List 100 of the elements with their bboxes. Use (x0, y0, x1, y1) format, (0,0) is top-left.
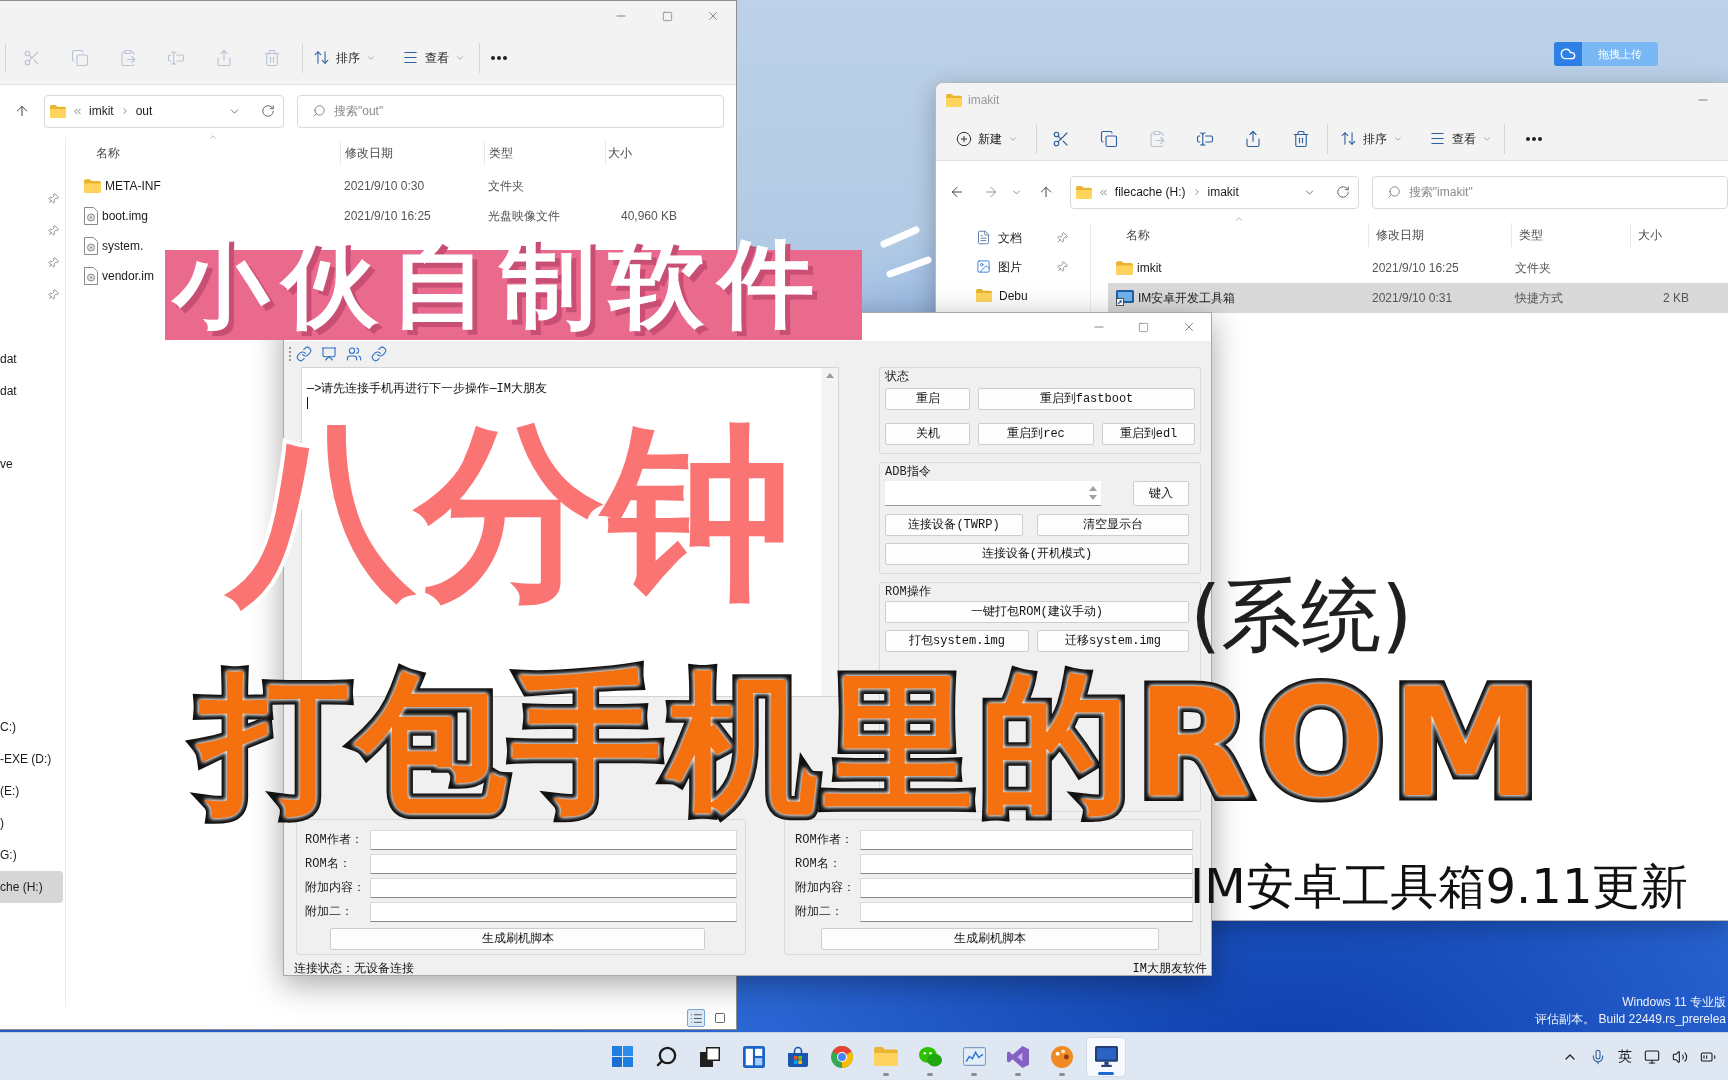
address-bar[interactable]: imkit out (44, 94, 284, 128)
command-button[interactable]: 关机 (885, 423, 970, 445)
nav-item[interactable]: dat (0, 343, 63, 375)
file-row[interactable]: vendor.im (66, 261, 157, 291)
nav-item[interactable]: G:) (0, 839, 63, 871)
command-button[interactable]: 清空显示台 (1037, 514, 1189, 536)
speaker-icon[interactable] (1672, 1048, 1688, 1065)
nav-item[interactable]: Debu (936, 281, 1086, 310)
folder-icon (84, 179, 101, 193)
column-header[interactable]: 类型 (1511, 223, 1630, 247)
field-label: 附加内容： (305, 880, 366, 897)
command-button[interactable]: 重启到rec (978, 423, 1094, 445)
command-button[interactable]: 重启 (885, 388, 970, 410)
language-indicator[interactable]: 英 (1618, 1046, 1632, 1067)
presentation-icon[interactable] (321, 346, 337, 362)
edition-text: 评估副本。 Build 22449.rs_prerelea (1535, 1011, 1726, 1028)
text-field[interactable] (370, 902, 737, 922)
maximize-icon (1138, 321, 1149, 333)
text-field[interactable] (860, 878, 1193, 898)
link-icon[interactable] (371, 346, 387, 362)
field-label: 附加二： (795, 904, 844, 921)
breadcrumb[interactable]: imkit (89, 102, 114, 120)
refresh-icon[interactable] (1335, 185, 1350, 199)
disc-file-icon (84, 267, 98, 285)
column-header[interactable]: 大小 (1630, 223, 1701, 247)
more-icon (491, 55, 507, 60)
file-date: 2021/9/10 16:25 (344, 209, 431, 223)
file-row[interactable]: META-INF 2021/9/10 0:30 文件夹 (66, 171, 736, 201)
column-header[interactable]: 大小 (605, 141, 689, 165)
toolbar-menu-button[interactable]: 排序 (1334, 121, 1409, 156)
column-header[interactable]: 修改日期 (340, 141, 484, 165)
column-header[interactable]: 名称 (66, 141, 340, 165)
command-button[interactable]: 打包system.img (885, 630, 1029, 652)
monitor-icon[interactable] (1644, 1048, 1660, 1065)
shortcut-app-icon (1116, 290, 1134, 306)
widgets-icon (743, 1045, 765, 1068)
file-date: 2021/9/10 16:25 (1372, 261, 1459, 275)
taskbar-button[interactable] (1086, 1036, 1126, 1077)
nav-item[interactable]: 文档 (936, 223, 1086, 252)
command-button[interactable]: 重启到edl (1102, 423, 1195, 445)
toolbar-menu-button[interactable]: 查看 (1423, 121, 1498, 156)
text-field[interactable] (860, 830, 1193, 850)
toolbar-menu-button[interactable]: 排序 (307, 40, 382, 75)
command-button[interactable]: 重启到fastboot (978, 388, 1195, 410)
file-type: 文件夹 (1515, 261, 1551, 275)
nav-item[interactable]: (E:) (0, 775, 63, 807)
nav-item[interactable]: -EXE (D:) (0, 743, 63, 775)
link-icon[interactable] (296, 346, 312, 362)
new-button[interactable]: 新建 (950, 121, 1024, 156)
column-header[interactable]: 名称 (1108, 223, 1368, 247)
breadcrumb[interactable]: imakit (1207, 183, 1239, 201)
users-icon[interactable] (346, 346, 362, 362)
chart-window-icon (962, 1047, 986, 1066)
plus-circle-icon (956, 130, 972, 147)
file-type: 文件夹 (488, 179, 524, 193)
folder-icon (874, 1047, 898, 1066)
microphone-icon[interactable] (1590, 1048, 1606, 1065)
text-field[interactable] (370, 878, 737, 898)
text-field[interactable] (860, 902, 1193, 922)
caption-text: IM安卓工具箱9.11更新 (1190, 862, 1689, 910)
nav-item[interactable]: dat (0, 375, 63, 407)
command-button[interactable]: 连接设备(开机模式) (885, 543, 1189, 565)
file-row[interactable]: imkit 2021/9/10 16:25 文件夹 (1108, 253, 1728, 283)
command-button[interactable]: 一键打包ROM(建议手动) (885, 601, 1189, 623)
command-button[interactable]: 连接设备(TWRP) (885, 514, 1023, 536)
command-button[interactable]: 生成刷机脚本 (821, 928, 1159, 950)
refresh-icon[interactable] (261, 104, 275, 118)
clipboard-icon (119, 48, 137, 67)
search-icon (654, 1045, 678, 1068)
toolbar-menu-button[interactable]: 查看 (396, 40, 471, 75)
column-header[interactable]: 修改日期 (1368, 223, 1511, 247)
connection-status: 连接状态：无设备连接 (294, 961, 414, 978)
search-field[interactable]: 搜索"imakit" (1371, 175, 1728, 209)
breadcrumb[interactable]: filecache (H:) (1114, 183, 1186, 201)
nav-item[interactable]: ) (0, 807, 63, 839)
text-field[interactable] (370, 854, 737, 874)
text-field[interactable] (370, 830, 737, 850)
ribbon-icon (1007, 1045, 1029, 1068)
column-header[interactable]: 类型 (484, 141, 605, 165)
file-row[interactable]: IM安卓开发工具箱 2021/9/10 0:31 快捷方式 2 KB (1108, 283, 1728, 313)
file-row[interactable]: system. (66, 231, 146, 261)
sort-caret-icon (1234, 214, 1244, 224)
file-type: 快捷方式 (1515, 291, 1563, 305)
nav-item[interactable]: ve (0, 448, 63, 480)
address-bar[interactable]: filecache (H:) imakit (1069, 175, 1359, 209)
command-field[interactable] (885, 481, 1101, 506)
nav-item[interactable]: che (H:) (0, 871, 63, 903)
file-name: IM安卓开发工具箱 (1138, 290, 1236, 307)
nav-item[interactable]: 图片 (936, 252, 1086, 281)
text-field[interactable] (860, 854, 1193, 874)
search-field[interactable]: 搜索"out" (297, 94, 724, 128)
command-button[interactable]: 迁移system.img (1037, 630, 1189, 652)
command-button[interactable]: 生成刷机脚本 (330, 928, 705, 950)
view-mode-button[interactable] (687, 1009, 705, 1027)
breadcrumb[interactable]: out (135, 102, 153, 120)
edition-text: Windows 11 专业版 (1622, 994, 1726, 1011)
rename-icon (167, 48, 185, 67)
command-button[interactable]: 键入 (1133, 481, 1189, 506)
nav-item[interactable]: C:) (0, 711, 63, 743)
file-row[interactable]: boot.img 2021/9/10 16:25 光盘映像文件 40,960 KB (66, 201, 736, 231)
